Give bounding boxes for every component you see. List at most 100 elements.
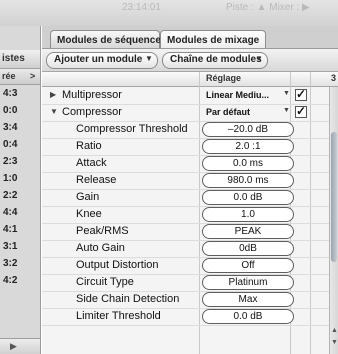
parameter-name: Limiter Threshold bbox=[76, 310, 161, 322]
parameter-value: 0.0 dB bbox=[233, 311, 263, 322]
track-list-header: istes bbox=[0, 50, 40, 69]
preset-menu[interactable]: Par défaut bbox=[206, 107, 250, 117]
tab-sequence-modules[interactable]: Modules de séquence bbox=[50, 30, 161, 49]
parameter-value-field[interactable]: PEAK bbox=[202, 224, 294, 239]
module-row[interactable]: ▶ Multipressor Linear Mediu... ▼ ✓ bbox=[42, 87, 329, 105]
chevron-down-icon[interactable]: ▼ bbox=[283, 90, 290, 97]
module-table: Réglage 3 ▶ Multipressor Linear Mediu... ▼ ✓… bbox=[42, 72, 338, 354]
add-module-button[interactable]: Ajouter un module ▼ bbox=[46, 52, 158, 69]
parameter-row: Compressor Threshold –20.0 dB bbox=[42, 121, 329, 139]
parameter-value: Max bbox=[238, 294, 258, 305]
parameter-value-field[interactable]: 980.0 ms bbox=[202, 173, 294, 188]
chevron-down-icon: ▼ bbox=[145, 54, 153, 63]
column-arrow-icon: > bbox=[30, 71, 36, 81]
module-name: Compressor bbox=[62, 106, 122, 118]
track-position-label: 2:2 bbox=[3, 190, 18, 201]
parameter-value: 0.0 dB bbox=[233, 192, 263, 203]
track-position-label: 3:2 bbox=[3, 258, 18, 269]
expand-arrow-icon[interactable]: ▶ bbox=[10, 341, 17, 352]
parameter-row: Limiter Threshold 0.0 dB bbox=[42, 308, 329, 326]
parameter-value-field[interactable]: 0.0 dB bbox=[202, 190, 294, 205]
module-enable-checkbox[interactable]: ✓ bbox=[295, 104, 307, 118]
disclosure-triangle-icon[interactable]: ▼ bbox=[50, 107, 58, 116]
track-row[interactable]: 2:3 bbox=[0, 153, 40, 170]
parameter-value-field[interactable]: 0.0 dB bbox=[202, 309, 294, 324]
track-list-footer[interactable]: ▶ bbox=[0, 338, 40, 354]
track-position-label: 4:4 bbox=[3, 207, 18, 218]
parameter-row: Circuit Type Platinum bbox=[42, 274, 329, 292]
track-row[interactable]: 1:0 bbox=[0, 170, 40, 187]
parameter-value-field[interactable]: 2.0 :1 bbox=[202, 139, 294, 154]
track-position-label: 0:0 bbox=[3, 105, 18, 116]
track-position-label: 3:4 bbox=[3, 122, 18, 133]
module-row[interactable]: ▼ Compressor Par défaut ▼ ✓ bbox=[42, 104, 329, 122]
parameter-value-field[interactable]: 0dB bbox=[202, 241, 294, 256]
parameter-name: Auto Gain bbox=[76, 242, 125, 254]
track-position-label: 3:1 bbox=[3, 241, 18, 252]
parameter-name: Knee bbox=[76, 208, 102, 220]
checkmark-icon: ✓ bbox=[296, 87, 307, 101]
disclosure-triangle-icon[interactable]: ▶ bbox=[50, 90, 56, 99]
parameter-value: 2.0 :1 bbox=[235, 141, 261, 152]
track-row[interactable]: 3:4 bbox=[0, 119, 40, 136]
track-row[interactable]: 3:2 bbox=[0, 255, 40, 272]
top-bar-status: Piste : ▲ Mixer : ▶ bbox=[226, 2, 310, 13]
track-row[interactable]: 4:3 bbox=[0, 85, 40, 102]
add-module-label: Ajouter un module bbox=[54, 54, 143, 65]
track-row[interactable]: 0:4 bbox=[0, 136, 40, 153]
scroll-up-icon[interactable]: ▲ bbox=[331, 327, 338, 334]
track-row[interactable]: 4:1 bbox=[0, 221, 40, 238]
track-row[interactable]: 4:4 bbox=[0, 204, 40, 221]
module-chain-button[interactable]: Chaîne de modules ▼ bbox=[162, 52, 268, 69]
track-list-pane: istes rée > 4:3 0:0 3:4 0:4 2:3 1:0 2:2 4:4 4:1 3… bbox=[0, 26, 41, 354]
scroll-down-icon[interactable]: ▼ bbox=[331, 339, 338, 346]
module-chain-label: Chaîne de modules bbox=[170, 54, 262, 65]
scrollbar-thumb[interactable] bbox=[331, 132, 337, 262]
parameter-row: Output Distortion Off bbox=[42, 257, 329, 275]
module-enable-checkbox[interactable]: ✓ bbox=[295, 87, 307, 101]
parameter-row: Side Chain Detection Max bbox=[42, 291, 329, 309]
parameter-row: Peak/RMS PEAK bbox=[42, 223, 329, 241]
parameter-value: Platinum bbox=[228, 277, 268, 288]
track-row[interactable]: 4:2 bbox=[0, 272, 40, 289]
tab-label: Modules de mixage bbox=[167, 35, 260, 46]
parameter-name: Compressor Threshold bbox=[76, 123, 188, 135]
tab-mix-modules[interactable]: Modules de mixage bbox=[160, 30, 266, 50]
track-row[interactable]: 3:1 bbox=[0, 238, 40, 255]
parameter-value-field[interactable]: –20.0 dB bbox=[202, 122, 294, 137]
track-row[interactable]: 2:2 bbox=[0, 187, 40, 204]
parameter-value: 1.0 bbox=[241, 209, 255, 220]
timecode-display: 23:14:01 bbox=[122, 2, 161, 13]
parameter-value-field[interactable]: Platinum bbox=[202, 275, 294, 290]
parameter-value-field[interactable]: Off bbox=[202, 258, 294, 273]
parameter-value-field[interactable]: 0.0 ms bbox=[202, 156, 294, 171]
track-position-label: 2:3 bbox=[3, 156, 18, 167]
table-header: Réglage 3 bbox=[42, 72, 338, 87]
checkmark-icon: ✓ bbox=[296, 104, 307, 118]
chevron-down-icon[interactable]: ▼ bbox=[283, 107, 290, 114]
parameter-name: Peak/RMS bbox=[76, 225, 129, 237]
track-position-label: 4:2 bbox=[3, 275, 18, 286]
track-row[interactable]: 0:0 bbox=[0, 102, 40, 119]
app-window: 23:14:01 Piste : ▲ Mixer : ▶ istes rée >… bbox=[0, 0, 338, 354]
parameter-row: Gain 0.0 dB bbox=[42, 189, 329, 207]
preset-menu[interactable]: Linear Mediu... bbox=[206, 90, 269, 100]
track-list-column-header[interactable]: rée > bbox=[0, 69, 40, 85]
column-header-setting[interactable]: Réglage bbox=[206, 73, 241, 83]
parameter-name: Side Chain Detection bbox=[76, 293, 180, 305]
track-position-label: 4:3 bbox=[3, 88, 18, 99]
track-position-label: 0:4 bbox=[3, 139, 18, 150]
parameter-value: 980.0 ms bbox=[227, 175, 269, 186]
parameter-name: Release bbox=[76, 174, 117, 186]
plugin-panel: Modules de séquence Modules de mixage Aj… bbox=[42, 26, 338, 354]
tab-label: Modules de séquence bbox=[57, 35, 161, 46]
parameter-value: 0dB bbox=[239, 243, 257, 254]
parameter-value-field[interactable]: 1.0 bbox=[202, 207, 294, 222]
vertical-scrollbar[interactable]: ▲ ▼ bbox=[329, 87, 338, 354]
parameter-value-field[interactable]: Max bbox=[202, 292, 294, 307]
parameter-row: Release 980.0 ms bbox=[42, 172, 329, 190]
module-toolbar: Ajouter un module ▼ Chaîne de modules ▼ bbox=[42, 48, 338, 72]
column-header-extra[interactable]: 3 bbox=[331, 73, 336, 83]
parameter-name: Ratio bbox=[76, 140, 102, 152]
parameter-value: –20.0 dB bbox=[227, 124, 269, 135]
